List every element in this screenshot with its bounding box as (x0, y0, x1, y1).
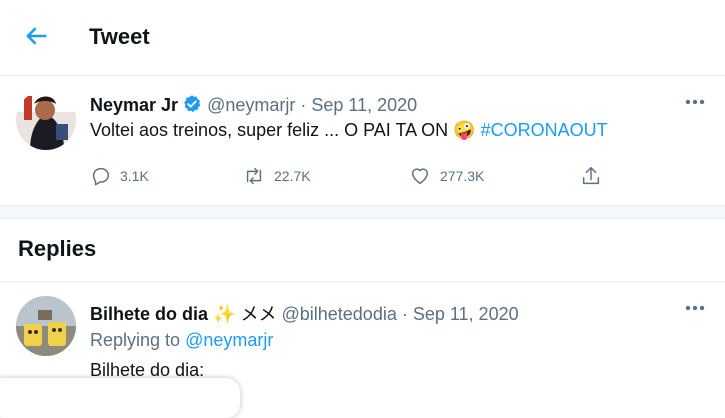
avatar[interactable] (16, 90, 76, 150)
name-glyph: メメ (240, 304, 277, 324)
main-tweet[interactable]: Neymar Jr @neymarjr · Sep 11, 2020 Volte… (0, 76, 725, 204)
arrow-left-icon[interactable] (22, 22, 50, 50)
more-icon[interactable] (684, 304, 706, 312)
author-name[interactable]: Neymar Jr (90, 95, 178, 115)
retweet-icon (246, 167, 262, 185)
heart-icon (411, 168, 429, 185)
share-icon (582, 167, 600, 185)
author-handle[interactable]: @neymarjr (207, 95, 295, 115)
tweet-header: Neymar Jr @neymarjr · Sep 11, 2020 (90, 94, 417, 116)
tweet-text: Voltei aos treinos, super feliz ... O PA… (90, 120, 608, 141)
top-bar: Tweet (0, 0, 725, 76)
dot-separator: · (295, 95, 312, 115)
retweet-button[interactable]: 22.7K (242, 164, 311, 188)
floating-panel (0, 378, 240, 418)
tweet-body: Voltei aos treinos, super feliz ... O PA… (90, 120, 449, 140)
verified-badge-icon (184, 95, 201, 113)
share-button[interactable] (580, 164, 610, 188)
more-icon[interactable] (684, 98, 706, 106)
replies-heading: Replies (18, 236, 97, 261)
tweet-date[interactable]: Sep 11, 2020 (311, 95, 417, 115)
retweet-count: 22.7K (274, 168, 311, 184)
mention-link[interactable]: @neymarjr (185, 330, 273, 350)
like-button[interactable]: 277.3K (408, 164, 484, 188)
replying-to: Replying to @neymarjr (90, 330, 273, 351)
reply-button[interactable]: 3.1K (90, 164, 149, 188)
like-count: 277.3K (440, 168, 485, 184)
reply-count: 3.1K (120, 168, 149, 184)
replying-to-label: Replying to (90, 330, 181, 350)
section-separator (0, 205, 725, 219)
page-title: Tweet (89, 24, 150, 49)
reply-date[interactable]: Sep 11, 2020 (413, 304, 519, 324)
tweet-actions: 3.1K 22.7K 277.3K (90, 164, 630, 188)
sparkle-emoji: ✨ (213, 304, 236, 324)
emoji: 🤪 (453, 120, 476, 140)
hashtag-link[interactable]: #CORONAOUT (481, 120, 608, 140)
reply-author-name[interactable]: Bilhete do dia (90, 304, 208, 324)
reply-author-handle[interactable]: @bilhetedodia (281, 304, 396, 324)
reply-header: Bilhete do dia ✨ メメ @bilhetedodia · Sep … (90, 300, 519, 326)
reply-icon (92, 167, 110, 186)
avatar[interactable] (16, 296, 76, 356)
dot-separator: · (396, 304, 413, 324)
